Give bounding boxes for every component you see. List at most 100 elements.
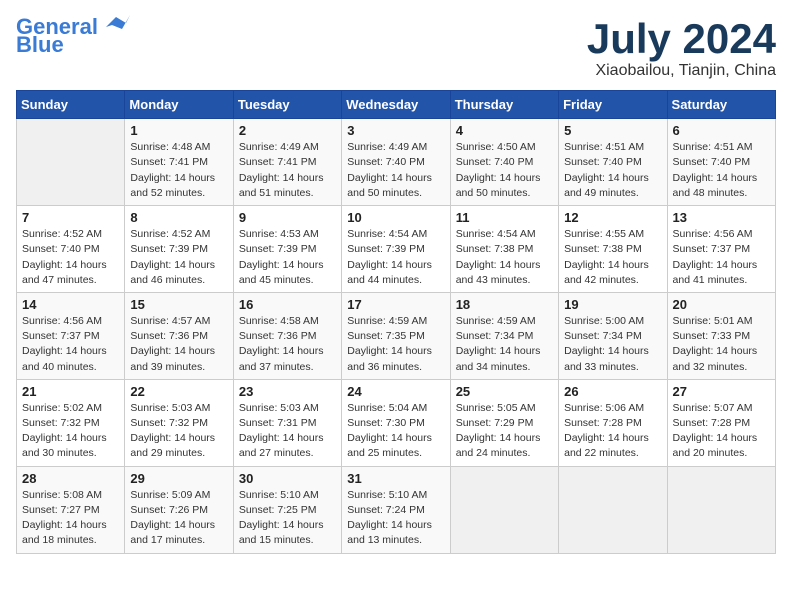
calendar-cell: 20 Sunrise: 5:01 AMSunset: 7:33 PMDayligh… bbox=[667, 292, 775, 379]
day-info: Sunrise: 5:09 AMSunset: 7:26 PMDaylight:… bbox=[130, 488, 227, 549]
calendar-cell: 18Sunrise: 4:59 AMSunset: 7:34 PMDayligh… bbox=[450, 292, 558, 379]
day-info: Sunrise: 4:51 AMSunset: 7:40 PMDaylight:… bbox=[564, 140, 661, 201]
day-info: Sunrise: 5:07 AMSunset: 7:28 PMDaylight:… bbox=[673, 401, 770, 462]
week-row-2: 7Sunrise: 4:52 AMSunset: 7:40 PMDaylight… bbox=[17, 206, 776, 293]
weekday-header-saturday: Saturday bbox=[667, 91, 775, 119]
day-info: Sunrise: 4:56 AMSunset: 7:37 PMDaylight:… bbox=[22, 314, 119, 375]
day-info: Sunrise: 4:59 AMSunset: 7:35 PMDaylight:… bbox=[347, 314, 444, 375]
day-number: 10 bbox=[347, 210, 444, 225]
day-info: Sunrise: 4:52 AMSunset: 7:40 PMDaylight:… bbox=[22, 227, 119, 288]
calendar-cell: 4 Sunrise: 4:50 AMSunset: 7:40 PMDaylight… bbox=[450, 119, 558, 206]
calendar-cell: 19 Sunrise: 5:00 AMSunset: 7:34 PMDayligh… bbox=[559, 292, 667, 379]
page-header: General Blue July 2024 Xiaobailou, Tianj… bbox=[16, 16, 776, 80]
day-number: 28 bbox=[22, 471, 119, 486]
day-number: 6 bbox=[673, 123, 770, 138]
day-number: 13 bbox=[673, 210, 770, 225]
calendar-cell: 5 Sunrise: 4:51 AMSunset: 7:40 PMDaylight… bbox=[559, 119, 667, 206]
calendar-cell: 28 Sunrise: 5:08 AMSunset: 7:27 PMDayligh… bbox=[17, 466, 125, 553]
day-number: 5 bbox=[564, 123, 661, 138]
day-info: Sunrise: 4:53 AMSunset: 7:39 PMDaylight:… bbox=[239, 227, 336, 288]
day-info: Sunrise: 5:03 AMSunset: 7:32 PMDaylight:… bbox=[130, 401, 227, 462]
day-info: Sunrise: 4:56 AMSunset: 7:37 PMDaylight:… bbox=[673, 227, 770, 288]
day-number: 14 bbox=[22, 297, 119, 312]
day-info: Sunrise: 5:08 AMSunset: 7:27 PMDaylight:… bbox=[22, 488, 119, 549]
day-info: Sunrise: 4:58 AMSunset: 7:36 PMDaylight:… bbox=[239, 314, 336, 375]
day-info: Sunrise: 5:10 AMSunset: 7:24 PMDaylight:… bbox=[347, 488, 444, 549]
calendar-cell: 17 Sunrise: 4:59 AMSunset: 7:35 PMDayligh… bbox=[342, 292, 450, 379]
weekday-header-thursday: Thursday bbox=[450, 91, 558, 119]
week-row-1: 1Sunrise: 4:48 AMSunset: 7:41 PMDaylight… bbox=[17, 119, 776, 206]
day-number: 27 bbox=[673, 384, 770, 399]
calendar-cell: 21 Sunrise: 5:02 AMSunset: 7:32 PMDayligh… bbox=[17, 379, 125, 466]
day-number: 25 bbox=[456, 384, 553, 399]
day-number: 19 bbox=[564, 297, 661, 312]
day-number: 18 bbox=[456, 297, 553, 312]
calendar-cell: 16 Sunrise: 4:58 AMSunset: 7:36 PMDayligh… bbox=[233, 292, 341, 379]
weekday-header-sunday: Sunday bbox=[17, 91, 125, 119]
calendar-cell: 31 Sunrise: 5:10 AMSunset: 7:24 PMDayligh… bbox=[342, 466, 450, 553]
day-info: Sunrise: 4:55 AMSunset: 7:38 PMDaylight:… bbox=[564, 227, 661, 288]
calendar-cell: 9 Sunrise: 4:53 AMSunset: 7:39 PMDaylight… bbox=[233, 206, 341, 293]
calendar-cell: 29 Sunrise: 5:09 AMSunset: 7:26 PMDayligh… bbox=[125, 466, 233, 553]
day-info: Sunrise: 5:05 AMSunset: 7:29 PMDaylight:… bbox=[456, 401, 553, 462]
day-info: Sunrise: 4:54 AMSunset: 7:38 PMDaylight:… bbox=[456, 227, 553, 288]
day-number: 26 bbox=[564, 384, 661, 399]
week-row-4: 21 Sunrise: 5:02 AMSunset: 7:32 PMDayligh… bbox=[17, 379, 776, 466]
day-number: 23 bbox=[239, 384, 336, 399]
day-number: 29 bbox=[130, 471, 227, 486]
weekday-header-row: SundayMondayTuesdayWednesdayThursdayFrid… bbox=[17, 91, 776, 119]
calendar-cell: 25 Sunrise: 5:05 AMSunset: 7:29 PMDayligh… bbox=[450, 379, 558, 466]
day-info: Sunrise: 5:00 AMSunset: 7:34 PMDaylight:… bbox=[564, 314, 661, 375]
weekday-header-friday: Friday bbox=[559, 91, 667, 119]
day-info: Sunrise: 5:02 AMSunset: 7:32 PMDaylight:… bbox=[22, 401, 119, 462]
day-info: Sunrise: 4:49 AMSunset: 7:41 PMDaylight:… bbox=[239, 140, 336, 201]
weekday-header-wednesday: Wednesday bbox=[342, 91, 450, 119]
day-number: 2 bbox=[239, 123, 336, 138]
day-info: Sunrise: 4:54 AMSunset: 7:39 PMDaylight:… bbox=[347, 227, 444, 288]
location: Xiaobailou, Tianjin, China bbox=[587, 62, 776, 80]
day-info: Sunrise: 5:01 AMSunset: 7:33 PMDaylight:… bbox=[673, 314, 770, 375]
day-number: 15 bbox=[130, 297, 227, 312]
day-number: 11 bbox=[456, 210, 553, 225]
calendar-cell: 13 Sunrise: 4:56 AMSunset: 7:37 PMDayligh… bbox=[667, 206, 775, 293]
calendar-cell bbox=[450, 466, 558, 553]
title-block: July 2024 Xiaobailou, Tianjin, China bbox=[587, 16, 776, 80]
day-number: 21 bbox=[22, 384, 119, 399]
day-number: 30 bbox=[239, 471, 336, 486]
day-number: 31 bbox=[347, 471, 444, 486]
calendar-cell: 12 Sunrise: 4:55 AMSunset: 7:38 PMDayligh… bbox=[559, 206, 667, 293]
day-info: Sunrise: 4:51 AMSunset: 7:40 PMDaylight:… bbox=[673, 140, 770, 201]
day-info: Sunrise: 5:04 AMSunset: 7:30 PMDaylight:… bbox=[347, 401, 444, 462]
weekday-header-monday: Monday bbox=[125, 91, 233, 119]
logo-text-blue: Blue bbox=[16, 34, 64, 56]
day-number: 20 bbox=[673, 297, 770, 312]
day-number: 12 bbox=[564, 210, 661, 225]
calendar-table: SundayMondayTuesdayWednesdayThursdayFrid… bbox=[16, 90, 776, 553]
day-info: Sunrise: 5:10 AMSunset: 7:25 PMDaylight:… bbox=[239, 488, 336, 549]
day-info: Sunrise: 4:57 AMSunset: 7:36 PMDaylight:… bbox=[130, 314, 227, 375]
week-row-5: 28 Sunrise: 5:08 AMSunset: 7:27 PMDayligh… bbox=[17, 466, 776, 553]
day-number: 24 bbox=[347, 384, 444, 399]
calendar-cell: 23 Sunrise: 5:03 AMSunset: 7:31 PMDayligh… bbox=[233, 379, 341, 466]
calendar-cell: 27 Sunrise: 5:07 AMSunset: 7:28 PMDayligh… bbox=[667, 379, 775, 466]
calendar-cell: 15 Sunrise: 4:57 AMSunset: 7:36 PMDayligh… bbox=[125, 292, 233, 379]
calendar-cell: 7Sunrise: 4:52 AMSunset: 7:40 PMDaylight… bbox=[17, 206, 125, 293]
day-number: 9 bbox=[239, 210, 336, 225]
day-number: 17 bbox=[347, 297, 444, 312]
calendar-cell: 14 Sunrise: 4:56 AMSunset: 7:37 PMDayligh… bbox=[17, 292, 125, 379]
day-info: Sunrise: 5:03 AMSunset: 7:31 PMDaylight:… bbox=[239, 401, 336, 462]
month-title: July 2024 bbox=[587, 16, 776, 62]
calendar-cell bbox=[667, 466, 775, 553]
logo: General Blue bbox=[16, 16, 130, 56]
calendar-cell bbox=[559, 466, 667, 553]
day-number: 16 bbox=[239, 297, 336, 312]
day-info: Sunrise: 5:06 AMSunset: 7:28 PMDaylight:… bbox=[564, 401, 661, 462]
calendar-cell: 26 Sunrise: 5:06 AMSunset: 7:28 PMDayligh… bbox=[559, 379, 667, 466]
day-number: 4 bbox=[456, 123, 553, 138]
day-number: 1 bbox=[130, 123, 227, 138]
calendar-cell: 3Sunrise: 4:49 AMSunset: 7:40 PMDaylight… bbox=[342, 119, 450, 206]
calendar-cell: 11 Sunrise: 4:54 AMSunset: 7:38 PMDayligh… bbox=[450, 206, 558, 293]
day-info: Sunrise: 4:50 AMSunset: 7:40 PMDaylight:… bbox=[456, 140, 553, 201]
calendar-cell: 2 Sunrise: 4:49 AMSunset: 7:41 PMDaylight… bbox=[233, 119, 341, 206]
weekday-header-tuesday: Tuesday bbox=[233, 91, 341, 119]
